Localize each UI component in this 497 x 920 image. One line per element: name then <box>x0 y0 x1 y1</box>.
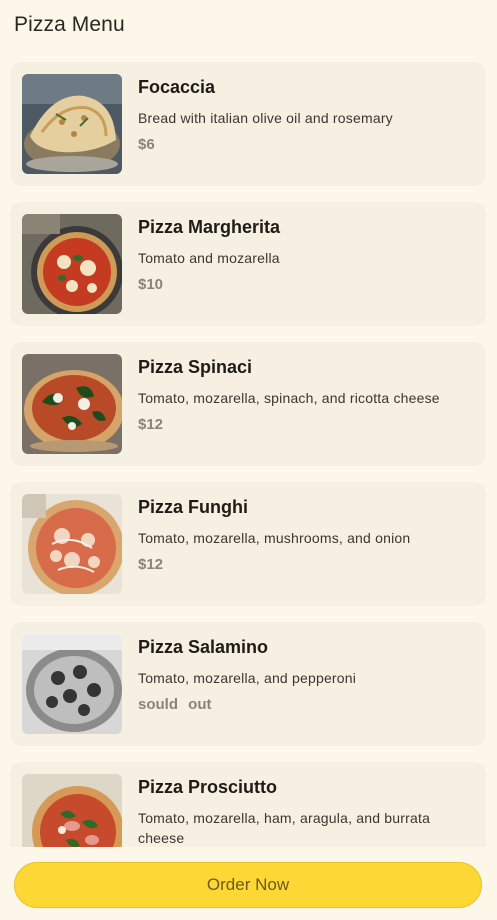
item-name: Pizza Margherita <box>138 217 281 237</box>
item-price: $12 <box>138 416 164 433</box>
item-description: Tomato, mozarella, and pepperoni <box>138 670 357 686</box>
item-description: Tomato and mozarella <box>138 250 280 266</box>
page-title: Pizza Menu <box>14 13 125 36</box>
item-name: Pizza Spinaci <box>138 357 253 377</box>
item-description: Tomato, mozarella, spinach, and ricotta … <box>138 390 440 406</box>
item-price: $12 <box>138 556 164 573</box>
menu-item-pizza-spinaci[interactable]: Pizza Spinaci Tomato, mozarella, spinach… <box>10 342 486 466</box>
menu-item-pizza-salamino[interactable]: Pizza Salamino Tomato, mozarella, and pe… <box>10 622 486 746</box>
order-bar: Order Now <box>0 847 497 920</box>
item-name: Pizza Funghi <box>138 497 248 517</box>
item-name: Pizza Salamino <box>138 637 269 657</box>
menu-list: Focaccia Bread with italian olive oil an… <box>10 62 486 902</box>
margherita-photo <box>22 214 122 314</box>
funghi-photo <box>22 494 122 594</box>
focaccia-photo <box>22 74 122 174</box>
salamino-photo <box>22 634 122 734</box>
item-name: Focaccia <box>138 77 216 97</box>
menu-item-pizza-margherita[interactable]: Pizza Margherita Tomato and mozarella $1… <box>10 202 486 326</box>
item-name: Pizza Prosciutto <box>138 777 278 797</box>
pizza-menu-screen: Pizza Menu Focaccia Bread with italian o… <box>0 0 497 920</box>
item-description: Tomato, mozarella, mushrooms, and onion <box>138 530 411 546</box>
sold-out-label: sould out <box>138 696 212 713</box>
menu-item-pizza-funghi[interactable]: Pizza Funghi Tomato, mozarella, mushroom… <box>10 482 486 606</box>
spinaci-photo <box>22 354 122 454</box>
item-price: $6 <box>138 136 155 153</box>
menu-item-focaccia[interactable]: Focaccia Bread with italian olive oil an… <box>10 62 486 186</box>
item-description: Tomato, mozarella, ham, aragula, and bur… <box>138 810 431 846</box>
item-description: Bread with italian olive oil and rosemar… <box>138 110 393 126</box>
order-now-button[interactable]: Order Now <box>14 862 482 908</box>
item-price: $10 <box>138 276 164 293</box>
